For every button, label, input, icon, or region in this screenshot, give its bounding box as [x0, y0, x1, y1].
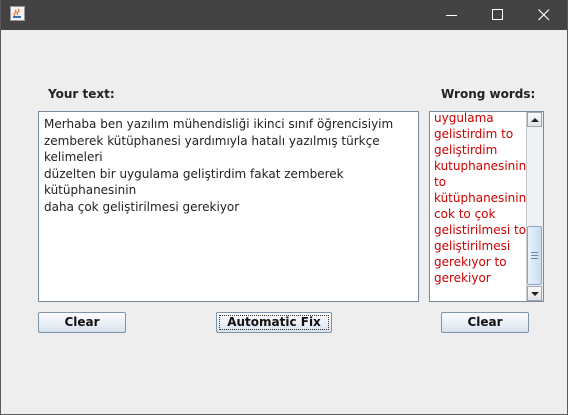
- title-bar[interactable]: [1, 0, 567, 30]
- wrong-word-item[interactable]: gerekiyor: [434, 270, 526, 286]
- arrow-down-icon: [531, 292, 539, 296]
- minimize-button[interactable]: [429, 0, 475, 30]
- wrong-word-item[interactable]: kütüphanesinin: [434, 190, 526, 206]
- wrong-word-item[interactable]: to: [434, 174, 526, 190]
- wrong-word-item[interactable]: gerekıyor to: [434, 254, 526, 270]
- wrong-words-list[interactable]: uygulama gelistirdim to geliştirdim kutupha…: [429, 111, 544, 302]
- maximize-button[interactable]: [475, 0, 521, 30]
- automatic-fix-button[interactable]: Automatic Fix: [216, 312, 332, 333]
- java-app-icon: [10, 6, 25, 21]
- wrong-word-item[interactable]: geliştirilmesi: [434, 238, 526, 254]
- your-text-label: Your text:: [48, 87, 115, 101]
- scroll-down-button[interactable]: [527, 286, 542, 301]
- wrong-word-item[interactable]: kutuphanesinin: [434, 158, 526, 174]
- wrong-word-item[interactable]: gelistirdim to: [434, 126, 526, 142]
- scroll-up-button[interactable]: [527, 112, 542, 127]
- wrong-word-item[interactable]: cok to çok: [434, 206, 526, 222]
- wrong-words-scrollbar[interactable]: [526, 112, 543, 301]
- clear-text-button[interactable]: Clear: [38, 312, 126, 333]
- wrong-word-item[interactable]: geliştirdim: [434, 142, 526, 158]
- wrong-word-item[interactable]: uygulama: [434, 112, 526, 126]
- maximize-icon: [492, 9, 503, 20]
- close-icon: [538, 9, 550, 21]
- close-button[interactable]: [521, 0, 567, 30]
- app-window: Your text: Wrong words: Merhaba ben yazı…: [0, 0, 568, 415]
- scroll-thumb[interactable]: [527, 226, 542, 285]
- your-text-area[interactable]: Merhaba ben yazılım mühendisliği ikinci …: [38, 111, 419, 302]
- clear-wrong-words-button[interactable]: Clear: [441, 312, 529, 333]
- wrong-words-items: uygulama gelistirdim to geliştirdim kutupha…: [434, 112, 526, 286]
- arrow-up-icon: [531, 118, 539, 122]
- minimize-icon: [446, 15, 457, 16]
- wrong-word-item[interactable]: gelistirilmesi to: [434, 222, 526, 238]
- wrong-words-label: Wrong words:: [441, 87, 536, 101]
